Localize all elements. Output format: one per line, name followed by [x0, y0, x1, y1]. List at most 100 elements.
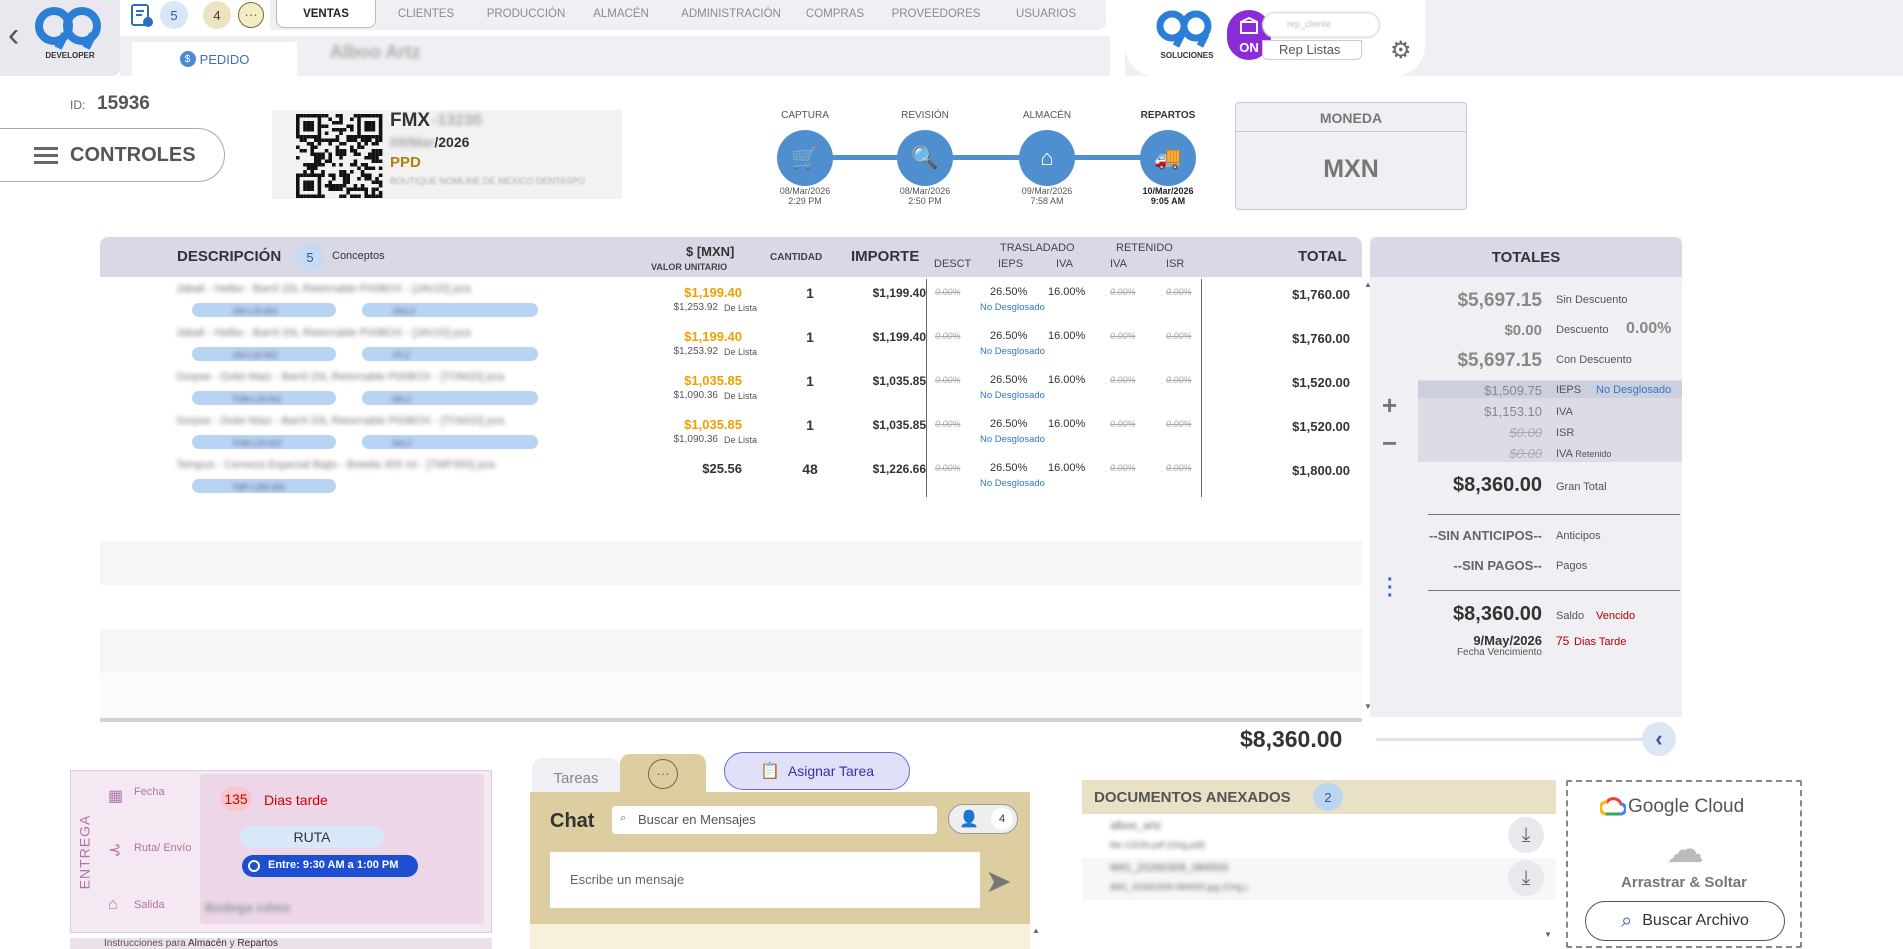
gear-icon[interactable]: ⚙ — [1390, 36, 1412, 65]
controles-button[interactable]: CONTROLES — [0, 128, 225, 182]
table-row[interactable]: Tempus - Cerveza Especial Bajio - Botell… — [100, 453, 1362, 497]
assign-task-button[interactable]: 📋 Asignar Tarea — [724, 752, 910, 790]
browse-file-button[interactable]: ⌕ Buscar Archivo — [1585, 901, 1785, 941]
chat-search-input[interactable]: Buscar en Mensajes — [612, 806, 937, 834]
message-input[interactable]: Escribe un mensaje — [550, 852, 980, 908]
divider — [1428, 514, 1680, 515]
tab-proveedores[interactable]: PROVEEDORES — [886, 0, 986, 28]
rep-listas-button[interactable]: Rep Listas — [1262, 40, 1362, 60]
descuento-percent[interactable]: 0.00% — [1626, 320, 1671, 338]
quantity[interactable]: 1 — [800, 417, 820, 433]
more-vertical-icon[interactable]: · · · — [1387, 570, 1394, 606]
ruta-button[interactable]: RUTA — [240, 826, 384, 848]
sin-descuento-value: $5,697.15 — [1457, 290, 1542, 311]
item-code-pill[interactable]: SKL2 — [362, 391, 538, 405]
tab-almacen[interactable]: ALMACÉN — [586, 0, 656, 28]
back-arrow-icon[interactable]: ‹ — [8, 18, 19, 52]
item-sku-pill[interactable]: TMP-L355-001 — [192, 479, 336, 493]
quantity[interactable]: 1 — [800, 373, 820, 389]
chat-bubble-icon[interactable]: … — [238, 2, 264, 28]
quantity[interactable]: 1 — [800, 285, 820, 301]
delivery-window[interactable]: Entre: 9:30 AM a 1:00 PM — [242, 855, 418, 877]
tab-compras[interactable]: COMPRAS — [800, 0, 870, 28]
item-sku-pill[interactable]: TOM-L20-002 — [192, 435, 336, 449]
tab-tareas[interactable]: Tareas — [532, 758, 620, 794]
item-code-pill[interactable]: SKL2 — [362, 435, 538, 449]
currency-value[interactable]: MXN — [1235, 155, 1467, 184]
participants-button[interactable]: 👤 4 — [948, 804, 1018, 834]
no-desglosado-label: No Desglosado — [980, 346, 1045, 357]
discount[interactable]: 0.00% — [935, 419, 961, 429]
discount[interactable]: 0.00% — [935, 375, 961, 385]
tab-clientes[interactable]: CLIENTES — [386, 0, 466, 28]
unit-price[interactable]: $1,199.40 — [642, 329, 742, 344]
tab-produccion[interactable]: PRODUCCIÓN — [476, 0, 576, 28]
user-selector[interactable]: rep_cliente — [1262, 12, 1380, 38]
table-row[interactable]: Sorpse - Dolei Maiz - Barril 20L Retorna… — [100, 409, 1362, 453]
cart-icon[interactable]: 🛒 — [777, 130, 833, 186]
unit-price[interactable]: $1,035.85 — [642, 373, 742, 388]
item-description: Tempus - Cerveza Especial Bajio - Botell… — [176, 459, 496, 471]
isr-rate: 0.00% — [1166, 419, 1192, 429]
table-row[interactable]: Sorpse - Dolei Maiz - Barril 20L Retorna… — [100, 365, 1362, 409]
unit-price[interactable]: $25.56 — [642, 461, 742, 476]
panel-slider-track — [1376, 738, 1646, 741]
doc-file: file-13230.pdf (Orig.pdf) — [1110, 840, 1206, 850]
step-time: 7:58 AM — [1030, 196, 1064, 206]
item-sku-pill[interactable]: JAV-L20-001 — [192, 303, 336, 317]
quantity[interactable]: 1 — [800, 329, 820, 345]
attached-doc-item[interactable]: IMG_20260309_084500 IMG_20260309-084500.… — [1082, 858, 1556, 900]
attached-doc-item[interactable]: alboo_artz file-13230.pdf (Orig.pdf) — [1082, 816, 1556, 858]
clock-icon — [248, 860, 260, 872]
item-sku-pill[interactable]: JAV-L20-002 — [192, 347, 336, 361]
review-icon[interactable]: 🔍 — [897, 130, 953, 186]
doc-file: IMG_20260309-084500.jpg (Orig.) — [1110, 882, 1248, 892]
table-row[interactable]: Jabali - Helbo - Barril 20L Retornable P… — [100, 321, 1362, 365]
item-sku-pill[interactable]: TOM-L20-001 — [192, 391, 336, 405]
table-scrollbar[interactable] — [100, 718, 1362, 722]
item-code-pill[interactable]: JAVL2 — [362, 303, 538, 317]
doc-date-year: /2026 — [434, 134, 470, 150]
tab-chat[interactable]: … — [620, 754, 706, 794]
gran-total-value: $8,360.00 — [1453, 474, 1542, 496]
divider — [1428, 590, 1680, 591]
tab-pedido[interactable]: $ PEDIDO — [132, 42, 297, 76]
dias-tarde-label: Dias Tarde — [1574, 636, 1627, 648]
de-lista-label: De Lista — [724, 347, 758, 357]
table-row[interactable]: Jabali - Helbo - Barril 20L Retornable P… — [100, 277, 1362, 321]
iva-retenido-rate: 0.00% — [1110, 463, 1136, 473]
discount[interactable]: 0.00% — [935, 463, 961, 473]
download-icon[interactable]: ⤓ — [1508, 860, 1544, 896]
scroll-down-icon[interactable]: ▼ — [1544, 930, 1552, 939]
item-code-pill[interactable]: JTL2 — [362, 347, 538, 361]
iva-retenido-rate: 0.00% — [1110, 287, 1136, 297]
scroll-up-icon[interactable]: ▲ — [1032, 926, 1040, 935]
tab-usuarios[interactable]: USUARIOS — [1006, 0, 1086, 28]
tab-ventas[interactable]: VENTAS — [276, 0, 376, 28]
truck-icon[interactable]: 🚚 — [1140, 130, 1196, 186]
quantity[interactable]: 48 — [800, 461, 820, 477]
warehouse-icon[interactable]: ⌂ — [1019, 130, 1075, 186]
unit-price[interactable]: $1,035.85 — [642, 417, 742, 432]
col-desct: DESCT — [934, 258, 972, 270]
iva-rate: 16.00% — [1048, 330, 1086, 342]
send-icon[interactable]: ➤ — [985, 862, 1012, 900]
instrucciones-bar[interactable]: Instrucciones para Almacén y Repartos — [70, 938, 492, 949]
discount[interactable]: 0.00% — [935, 331, 961, 341]
discount[interactable]: 0.00% — [935, 287, 961, 297]
qr-code — [296, 114, 383, 198]
importe: $1,199.40 — [872, 286, 926, 300]
con-descuento-label: Con Descuento — [1556, 354, 1632, 366]
collapse-panel-button[interactable]: ‹ — [1642, 722, 1676, 756]
pedido-label: PEDIDO — [199, 51, 250, 67]
tab-administracion[interactable]: ADMINISTRACIÓN — [666, 0, 796, 28]
on-label: ON — [1239, 40, 1259, 55]
messages-count-badge[interactable]: 4 — [203, 1, 231, 29]
salida-bodega: Bodega cdmx — [205, 900, 291, 915]
descuento-value: $0.00 — [1504, 322, 1542, 339]
delivery-late-days: 135 — [220, 787, 252, 811]
unit-price[interactable]: $1,199.40 — [642, 285, 742, 300]
tasks-count-badge[interactable]: 5 — [160, 1, 188, 29]
task-clipboard-icon[interactable] — [130, 2, 154, 28]
download-icon[interactable]: ⤓ — [1508, 817, 1544, 853]
